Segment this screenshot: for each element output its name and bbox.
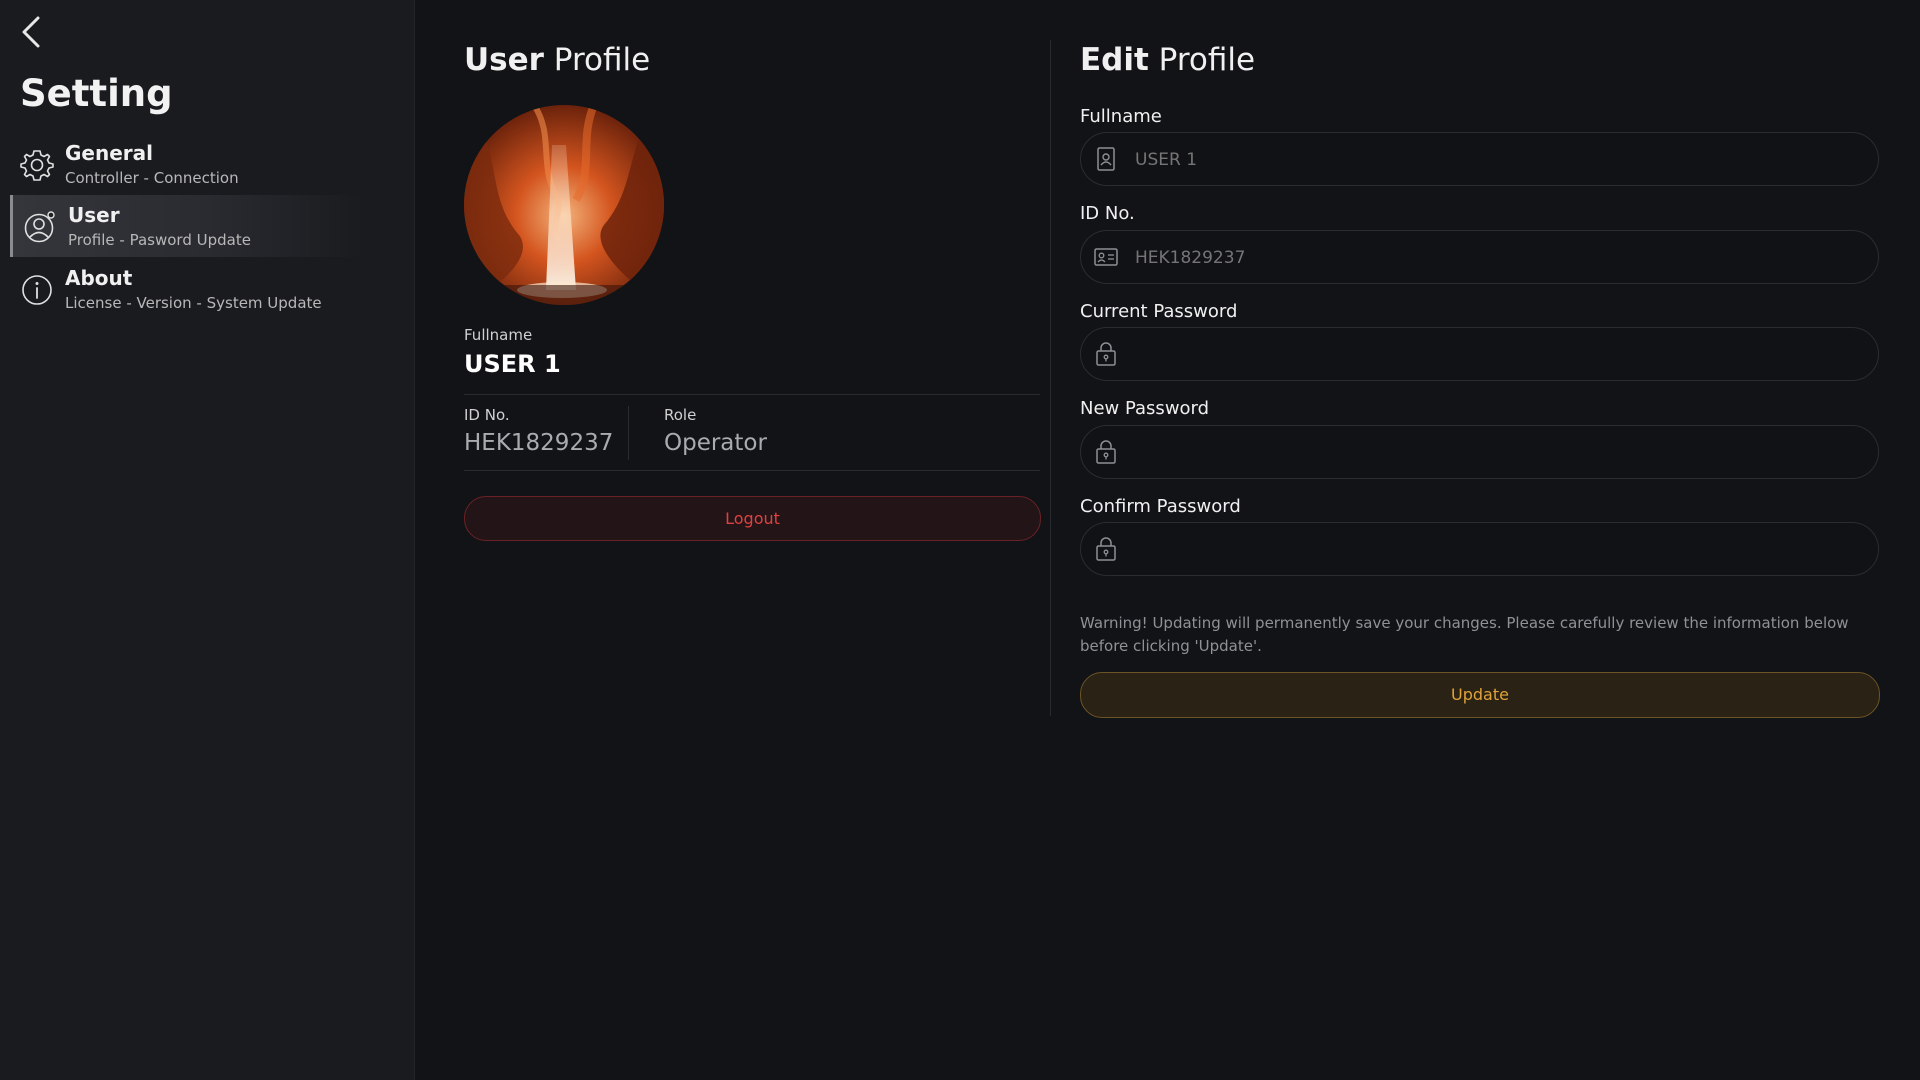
sidebar: Setting General Controller - Connection … <box>0 0 415 1080</box>
fullname-input[interactable] <box>1133 133 1857 187</box>
sidebar-item-label: About <box>65 266 133 290</box>
current-password-input[interactable] <box>1133 328 1857 382</box>
logout-button[interactable]: Logout <box>464 496 1041 541</box>
panel-divider <box>1050 40 1051 716</box>
fullname-value: USER 1 <box>464 350 561 378</box>
fullname-label: Fullname <box>464 326 533 344</box>
user-profile-title: User Profile <box>464 42 650 78</box>
id-label: ID No. <box>464 406 510 424</box>
new-password-input[interactable] <box>1133 426 1857 480</box>
id-input[interactable] <box>1133 231 1857 285</box>
current-password-label: Current Password <box>1080 301 1238 322</box>
divider <box>464 394 1040 395</box>
title-bold: User <box>464 42 544 78</box>
current-password-field <box>1080 327 1879 382</box>
warning-text: Warning! Updating will permanently save … <box>1080 614 1849 655</box>
sidebar-item-sublabel: Controller - Connection <box>65 169 239 187</box>
new-password-label: New Password <box>1080 398 1210 419</box>
sidebar-item-about[interactable]: About License - Version - System Update <box>10 258 360 320</box>
sidebar-item-sublabel: Profile - Pasword Update <box>68 231 251 249</box>
back-arrow-icon[interactable] <box>18 14 46 50</box>
page-title: Setting <box>20 72 173 115</box>
fullname-field <box>1080 132 1879 187</box>
sidebar-item-user[interactable]: User Profile - Pasword Update <box>10 195 363 257</box>
id-field-label: ID No. <box>1080 203 1135 224</box>
info-icon <box>20 273 54 307</box>
lock-icon <box>1093 341 1119 367</box>
lock-icon <box>1093 536 1119 562</box>
sidebar-item-label: User <box>68 203 120 227</box>
id-card-icon <box>1093 244 1119 270</box>
new-password-field <box>1080 425 1879 480</box>
role-value: Operator <box>664 430 767 456</box>
user-badge-icon <box>1093 146 1119 172</box>
sidebar-item-sublabel: License - Version - System Update <box>65 294 322 312</box>
avatar <box>464 105 664 305</box>
sidebar-item-label: General <box>65 141 153 165</box>
title-bold: Edit <box>1080 42 1149 78</box>
title-light: Profile <box>1158 42 1256 78</box>
role-label: Role <box>664 406 697 424</box>
divider <box>628 406 629 460</box>
id-field <box>1080 230 1879 285</box>
divider <box>464 470 1040 471</box>
confirm-password-input[interactable] <box>1133 523 1857 577</box>
id-value: HEK1829237 <box>464 430 614 456</box>
edit-profile-title: Edit Profile <box>1080 42 1255 78</box>
gear-icon <box>20 148 54 182</box>
confirm-password-label: Confirm Password <box>1080 496 1241 517</box>
confirm-password-field <box>1080 522 1879 577</box>
fullname-field-label: Fullname <box>1080 106 1162 127</box>
sidebar-item-general[interactable]: General Controller - Connection <box>10 133 360 195</box>
title-light: Profile <box>553 42 651 78</box>
lock-icon <box>1093 439 1119 465</box>
update-button[interactable]: Update <box>1080 672 1880 718</box>
user-settings-icon <box>23 210 57 244</box>
